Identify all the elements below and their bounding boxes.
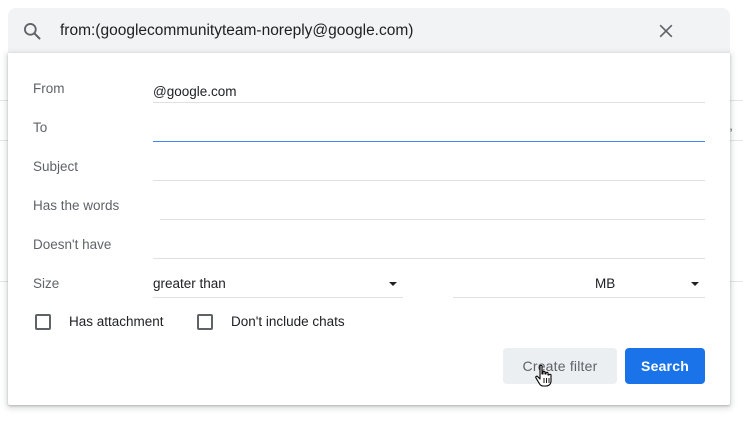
from-label: From xyxy=(33,81,65,96)
doesnt-have-label: Doesn't have xyxy=(33,237,112,252)
dont-include-chats-option[interactable]: Don't include chats xyxy=(197,313,377,333)
subject-field[interactable] xyxy=(153,153,705,180)
search-bar[interactable]: from:(googlecommunityteam-noreply@google… xyxy=(8,8,730,54)
subject-row: Subject xyxy=(33,153,705,183)
to-field-container xyxy=(153,114,705,142)
doesnt-have-field-container xyxy=(153,231,705,259)
from-row: From xyxy=(33,75,705,105)
size-comparison-value: greater than xyxy=(153,276,226,291)
size-comparison-select[interactable]: greater than xyxy=(153,270,403,298)
size-value-container xyxy=(453,270,591,298)
dont-include-chats-label: Don't include chats xyxy=(231,314,345,329)
size-value-field[interactable] xyxy=(453,270,591,297)
create-filter-button[interactable]: Create filter xyxy=(503,348,617,384)
to-row: To xyxy=(33,114,705,144)
checkbox-row: Has attachment Don't include chats xyxy=(35,313,435,333)
subject-label: Subject xyxy=(33,159,79,174)
dropdown-caret-icon xyxy=(389,282,397,286)
search-input[interactable]: from:(googlecommunityteam-noreply@google… xyxy=(60,22,413,40)
search-icon[interactable] xyxy=(22,21,42,41)
has-attachment-checkbox[interactable] xyxy=(35,314,51,330)
has-words-label: Has the words xyxy=(33,198,120,213)
has-attachment-option[interactable]: Has attachment xyxy=(35,313,185,333)
size-unit-value: MB xyxy=(595,276,616,291)
search-button[interactable]: Search xyxy=(625,348,705,384)
has-words-field-container xyxy=(160,192,705,220)
subject-field-container xyxy=(153,153,705,181)
from-field[interactable] xyxy=(153,75,705,102)
doesnt-have-field[interactable] xyxy=(153,231,705,258)
has-words-row: Has the words xyxy=(33,192,705,222)
size-label: Size xyxy=(33,276,60,291)
close-icon[interactable] xyxy=(656,21,676,41)
from-field-container xyxy=(153,75,705,103)
size-unit-select[interactable]: MB xyxy=(591,270,705,298)
search-options-dialog: From To Subject Has the words Doesn't ha xyxy=(8,53,730,405)
to-label: To xyxy=(33,120,48,135)
size-row: Size greater than MB xyxy=(33,270,705,300)
dont-include-chats-checkbox[interactable] xyxy=(197,314,213,330)
has-words-field[interactable] xyxy=(160,192,705,219)
dropdown-caret-icon xyxy=(691,282,699,286)
has-attachment-label: Has attachment xyxy=(69,314,164,329)
doesnt-have-row: Doesn't have xyxy=(33,231,705,261)
gmail-search-filter-screen: n, from:(googlecommunityteam-noreply@goo… xyxy=(0,0,743,424)
to-field[interactable] xyxy=(153,114,705,141)
